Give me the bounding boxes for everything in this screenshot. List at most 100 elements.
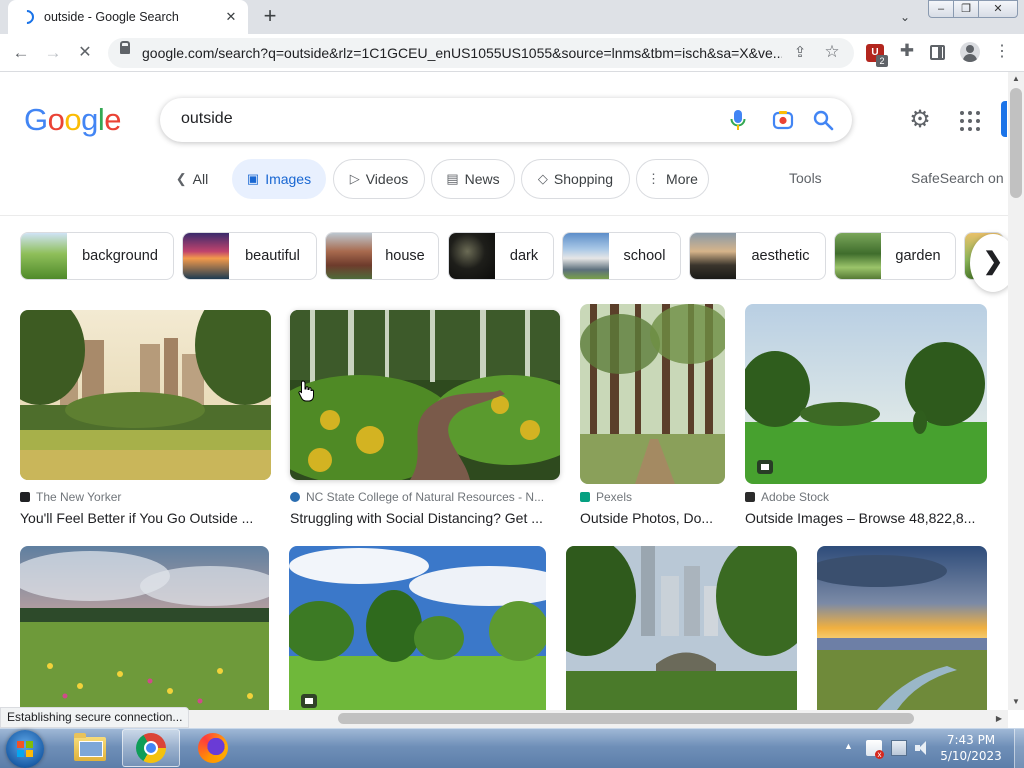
tab-close-icon[interactable]: ✕ <box>222 8 240 26</box>
volume-icon[interactable] <box>914 740 930 756</box>
tab-label: More <box>666 171 698 187</box>
result-image[interactable] <box>566 546 797 710</box>
related-thumbnail <box>690 233 736 279</box>
chrome-menu-icon[interactable]: ⋮ <box>992 41 1012 63</box>
result-caption[interactable]: Outside Images – Browse 48,822,8... <box>745 510 981 526</box>
window-restore-button[interactable]: ❐ <box>953 0 979 18</box>
woods-trail-image <box>580 304 725 484</box>
result-source[interactable]: Adobe Stock <box>745 490 987 504</box>
result-source[interactable]: The New Yorker <box>20 490 272 504</box>
source-name: Adobe Stock <box>761 490 830 504</box>
search-icon[interactable] <box>812 109 834 131</box>
related-chip-school[interactable]: school <box>562 232 681 280</box>
tray-expand-icon[interactable]: ▲ <box>844 741 853 751</box>
search-box[interactable]: outside <box>160 98 852 142</box>
window-minimize-button[interactable]: – <box>928 0 954 18</box>
tab-all[interactable]: ❮ All <box>166 159 218 199</box>
result-caption[interactable]: Struggling with Social Distancing? Get .… <box>290 510 552 526</box>
tab-label: All <box>192 171 209 187</box>
result-image[interactable] <box>817 546 987 710</box>
logo-letter: g <box>81 102 98 137</box>
settings-gear-icon[interactable]: ⚙ <box>906 106 934 134</box>
related-chip-garden[interactable]: garden <box>834 232 956 280</box>
scroll-down-arrow-icon[interactable]: ▼ <box>1008 697 1024 706</box>
bookmark-star-icon[interactable]: ☆ <box>822 42 842 62</box>
lock-icon[interactable] <box>120 41 130 54</box>
image-icon: ▣ <box>246 171 260 186</box>
related-chip-house[interactable]: house <box>325 232 439 280</box>
related-thumbnail <box>449 233 495 279</box>
network-icon[interactable] <box>891 740 907 756</box>
profile-avatar-icon[interactable] <box>960 42 980 62</box>
related-label: school <box>623 248 666 264</box>
result-caption[interactable]: Outside Photos, Do... <box>580 510 725 526</box>
side-panel-icon[interactable] <box>930 45 945 60</box>
result-source[interactable]: NC State College of Natural Resources - … <box>290 490 552 504</box>
image-type-badge-icon <box>301 694 317 708</box>
back-arrow-icon[interactable]: ← <box>8 40 34 66</box>
play-icon: ▷ <box>349 171 360 186</box>
forward-arrow-icon[interactable]: → <box>40 40 66 66</box>
hand-cursor-icon <box>298 380 314 402</box>
logo-letter: G <box>24 102 48 137</box>
tab-more[interactable]: ⋮ More <box>636 159 709 199</box>
result-image[interactable] <box>580 304 725 484</box>
city-park-bridge-image <box>566 546 797 710</box>
related-chip-beautiful[interactable]: beautiful <box>182 232 317 280</box>
google-logo[interactable]: Google <box>24 102 122 138</box>
show-desktop-button[interactable] <box>1014 729 1024 768</box>
safesearch-button[interactable]: SafeSearch on <box>911 170 1004 186</box>
source-favicon-icon <box>20 492 30 502</box>
result-image[interactable] <box>745 304 987 484</box>
tab-active[interactable]: outside - Google Search ✕ <box>8 0 248 34</box>
chrome-logo-icon <box>136 733 166 763</box>
source-name: NC State College of Natural Resources - … <box>306 490 545 504</box>
tag-icon: ◇ <box>537 171 548 186</box>
related-chip-dark[interactable]: dark <box>448 232 554 280</box>
result-image[interactable] <box>290 310 560 480</box>
related-label: dark <box>509 248 539 264</box>
related-chip-aesthetic[interactable]: aesthetic <box>689 232 826 280</box>
tab-news[interactable]: ▤ News <box>431 159 515 199</box>
result-source[interactable]: Pexels <box>580 490 725 504</box>
sunset-valley-image <box>817 546 987 710</box>
action-center-flag-icon[interactable] <box>866 740 884 759</box>
new-tab-button[interactable]: + <box>258 5 282 29</box>
logo-letter: e <box>104 102 122 137</box>
scroll-up-arrow-icon[interactable]: ▲ <box>1008 74 1024 83</box>
window-close-button[interactable]: ✕ <box>978 0 1018 18</box>
result-image[interactable] <box>20 310 271 480</box>
url-text[interactable]: google.com/search?q=outside&rlz=1C1GCEU_… <box>142 45 782 61</box>
vertical-scroll-thumb[interactable] <box>1010 88 1022 198</box>
google-apps-grid-icon[interactable] <box>958 109 982 133</box>
stop-loading-icon[interactable]: ✕ <box>72 40 98 66</box>
camera-lens-icon[interactable] <box>772 109 794 131</box>
horizontal-scroll-thumb[interactable] <box>338 713 914 724</box>
sign-in-button-edge[interactable] <box>1001 101 1007 137</box>
search-input[interactable]: outside <box>181 110 233 128</box>
share-icon[interactable]: ⇪ <box>790 43 810 63</box>
extension-badge: 2 <box>876 55 888 67</box>
result-image[interactable] <box>20 546 269 710</box>
system-clock[interactable]: 7:43 PM 5/10/2023 <box>936 732 1006 764</box>
tab-videos[interactable]: ▷ Videos <box>333 159 425 199</box>
tab-images[interactable]: ▣ Images <box>232 159 326 199</box>
result-image[interactable] <box>289 546 546 710</box>
tools-button[interactable]: Tools <box>789 170 822 186</box>
related-thumbnail <box>835 233 881 279</box>
folder-icon <box>74 733 106 761</box>
windows-start-icon[interactable] <box>6 730 44 768</box>
tab-shopping[interactable]: ◇ Shopping <box>521 159 630 199</box>
microphone-icon[interactable] <box>730 109 746 131</box>
related-thumbnail <box>326 233 372 279</box>
tab-search-chevron-icon[interactable]: ⌄ <box>896 8 914 26</box>
address-bar[interactable]: google.com/search?q=outside&rlz=1C1GCEU_… <box>108 38 854 68</box>
related-chip-background[interactable]: background <box>20 232 174 280</box>
tab-label: Images <box>265 171 312 187</box>
tab-title: outside - Google Search <box>44 10 179 24</box>
scroll-right-arrow-icon[interactable]: ▶ <box>992 711 1006 727</box>
clock-time: 7:43 PM <box>946 733 996 747</box>
news-icon: ▤ <box>446 171 459 186</box>
extensions-puzzle-icon[interactable]: ✚ <box>896 41 918 61</box>
result-caption[interactable]: You'll Feel Better if You Go Outside ... <box>20 510 272 526</box>
